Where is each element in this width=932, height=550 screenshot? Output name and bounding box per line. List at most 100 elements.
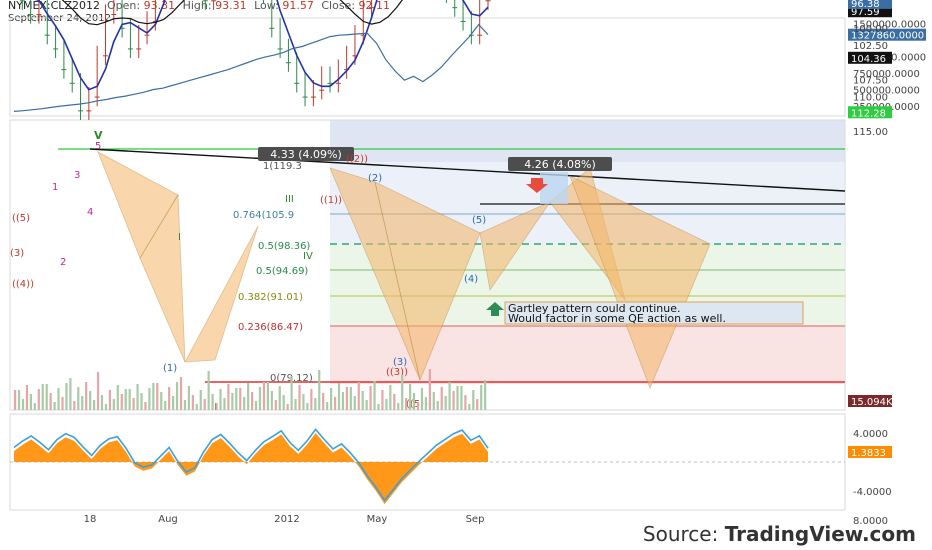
- volume-bar: [93, 400, 96, 410]
- volume-bar: [266, 382, 269, 410]
- candle-body: [277, 48, 283, 50]
- volume-bar: [397, 403, 400, 410]
- candle-body: [319, 89, 325, 91]
- volume-bar: [37, 389, 40, 410]
- volume-bar: [333, 397, 337, 410]
- volume-bar: [243, 397, 246, 410]
- volume-bar: [444, 396, 447, 410]
- volume-bar: [172, 396, 175, 410]
- volume-bar: [132, 398, 135, 410]
- volume-bar: [412, 393, 416, 410]
- volume-bar: [318, 370, 321, 410]
- measure-label-right: 4.26 (4.08%): [524, 158, 596, 171]
- volume-bar: [215, 403, 218, 410]
- time-axis: 18 Aug 2012 May Sep: [84, 514, 485, 525]
- fib-label-236: 0.236(86.47): [238, 322, 303, 333]
- time-tick-1: Aug: [158, 514, 178, 525]
- wave-label-p2: (2): [368, 173, 382, 184]
- wave-label-p5: (5): [472, 215, 486, 226]
- volume-bar: [448, 382, 451, 410]
- fib-zone-upper: [330, 120, 845, 162]
- oscillator-tick-0: 4.0000: [853, 429, 888, 440]
- volume-bar: [25, 385, 29, 410]
- fib-label-764: 0.764(105.9: [233, 210, 294, 221]
- volume-bar: [152, 383, 155, 410]
- candle-body: [460, 20, 466, 22]
- volume-bar: [294, 399, 297, 410]
- volume-bar: [357, 382, 360, 410]
- wave-label-4: 4: [87, 207, 93, 218]
- candle-body: [136, 48, 142, 50]
- time-tick-2: 2012: [274, 514, 299, 525]
- volume-bar: [203, 399, 206, 410]
- candle-body: [202, 0, 208, 2]
- volume-bar: [231, 393, 234, 410]
- volume-bar: [211, 394, 214, 410]
- wave-label-2: 2: [60, 257, 66, 268]
- volume-bar: [187, 386, 190, 410]
- comparison-panel: [9, 17, 846, 117]
- volume-bar: [160, 392, 163, 410]
- candle-body: [61, 69, 67, 71]
- fib-label-500b: 0.5(94.69): [256, 266, 308, 277]
- volume-bar: [409, 384, 412, 410]
- candle-body: [335, 82, 341, 84]
- volume-bar: [251, 392, 254, 410]
- volume-bar: [369, 386, 372, 410]
- annotation-line-2: Would factor in some QE action as well.: [508, 312, 726, 325]
- volume-bar: [345, 387, 348, 410]
- source-prefix: Source:: [642, 522, 725, 546]
- volume-bar: [349, 387, 352, 410]
- volume-bar: [440, 387, 443, 410]
- time-tick-3: May: [367, 514, 388, 525]
- volume-bar: [401, 375, 404, 410]
- measure-label-left: 4.33 (4.09%): [270, 148, 342, 161]
- slow-moving-average: [61, 0, 403, 26]
- volume-bar: [164, 401, 167, 410]
- candle-body: [477, 34, 483, 36]
- price-tick-1: 110.00: [853, 93, 888, 104]
- price-tick-0: 115.00: [853, 127, 888, 138]
- wave-label-p1: (1): [163, 363, 177, 374]
- volume-bar: [361, 391, 364, 410]
- volume-bar: [428, 369, 431, 410]
- wave-label-c4: ((4)): [12, 279, 34, 290]
- wave-label-5-top: 5: [95, 141, 101, 152]
- volume-bar: [183, 400, 187, 410]
- volume-bar: [29, 394, 32, 410]
- volume-bar: [282, 395, 285, 410]
- volume-bar: [124, 389, 127, 410]
- price-badges: 112.28104.3697.5996.3893.4292.1178.3715.…: [848, 0, 893, 408]
- candle-body: [36, 14, 42, 16]
- candle-body: [369, 7, 375, 9]
- volume-bar: [298, 385, 301, 410]
- volume-bar: [223, 398, 226, 410]
- volume-bar: [274, 400, 277, 410]
- chart-canvas[interactable]: 4.33 (4.09%) 4.26 (4.08%) Gartley patter…: [0, 0, 932, 550]
- volume-bar: [286, 404, 289, 410]
- volume-bar: [365, 400, 368, 410]
- candle-body: [302, 96, 308, 98]
- volume-bar: [405, 398, 408, 410]
- candle-body: [452, 7, 458, 9]
- volume-bar: [227, 384, 230, 410]
- wave-label-pp2: ((2)): [346, 154, 368, 165]
- volume-bar: [476, 399, 479, 410]
- volume-bar: [416, 402, 420, 410]
- volume-bar: [424, 397, 427, 410]
- volume-bar: [302, 394, 305, 410]
- wave-label-iv: IV: [303, 251, 313, 262]
- candle-body: [485, 0, 491, 2]
- volume-bar: [290, 376, 293, 410]
- volume-bar: [175, 382, 179, 410]
- volume-bar: [77, 387, 80, 410]
- volume-bar: [81, 396, 84, 410]
- fib-label-382: 0.382(91.01): [238, 292, 303, 303]
- volume-bar: [120, 394, 123, 410]
- volume-bar: [45, 384, 48, 410]
- volume-bar: [53, 402, 56, 410]
- volume-bar: [140, 393, 143, 410]
- wave-label-i: I: [178, 232, 181, 243]
- volume-bar: [432, 392, 435, 410]
- volume-bar: [199, 390, 202, 410]
